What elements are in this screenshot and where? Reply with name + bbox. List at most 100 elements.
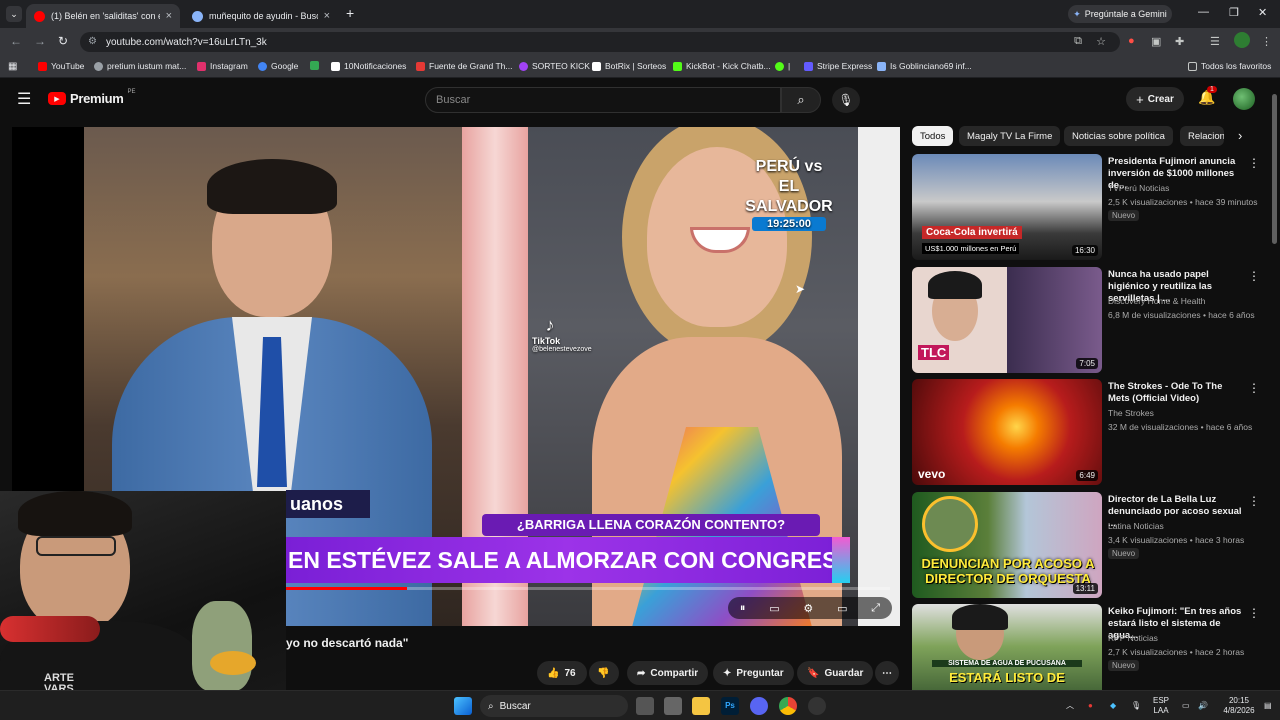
channel-name[interactable]: The Strokes: [1108, 408, 1154, 418]
address-bar[interactable]: ⚙ youtube.com/watch?v=16uLrLTn_3k ⧉ ☆: [80, 32, 1120, 52]
bookmark-gta[interactable]: Fuente de Grand Th...: [416, 61, 512, 71]
recommendation-thumbnail[interactable]: TLC 7:05: [912, 267, 1102, 373]
more-actions-button[interactable]: ⋯: [875, 661, 899, 685]
like-button[interactable]: 👍 76: [537, 661, 587, 685]
taskbar-search[interactable]: ⌕ Buscar: [480, 695, 628, 717]
photoshop-icon[interactable]: Ps: [721, 697, 739, 715]
notification-center-icon[interactable]: ▤: [1264, 701, 1272, 711]
search-input[interactable]: Buscar: [425, 87, 781, 113]
recommendation-item[interactable]: vevo 6:49 The Strokes - Ode To The Mets …: [912, 379, 1264, 487]
recommendation-title[interactable]: The Strokes - Ode To The Mets (Official …: [1108, 381, 1242, 405]
fullscreen-icon[interactable]: ⤢: [871, 602, 880, 615]
windows-start-icon[interactable]: [454, 697, 472, 715]
more-options-icon[interactable]: ⋮: [1248, 269, 1260, 283]
bookmark-google[interactable]: Google: [258, 61, 298, 71]
forward-icon[interactable]: →: [34, 34, 46, 48]
recommendation-thumbnail[interactable]: vevo 6:49: [912, 379, 1102, 485]
channel-name[interactable]: Latina Noticias: [1108, 521, 1164, 531]
create-button[interactable]: + Crear: [1126, 87, 1184, 111]
bookmark-botrix[interactable]: BotRix | Sorteos: [592, 61, 666, 71]
bookmark-green[interactable]: |: [775, 61, 790, 71]
tab-youtube-video[interactable]: (1) Belén en 'saliditas' con el co ×: [26, 4, 180, 28]
install-app-icon[interactable]: ⧉: [1074, 35, 1082, 48]
discord-icon[interactable]: [750, 697, 768, 715]
bookmark-goblinciano[interactable]: Is Goblinciano69 inf...: [877, 61, 972, 71]
tray-chevron-icon[interactable]: ︿: [1066, 701, 1074, 711]
pause-icon[interactable]: ⏸: [740, 602, 746, 615]
bookmark-youtube[interactable]: YouTube: [38, 61, 84, 71]
channel-name[interactable]: Discovery Home & Health: [1108, 296, 1205, 306]
chip-noticias-politica[interactable]: Noticias sobre política: [1064, 126, 1173, 146]
chips-next-icon[interactable]: ›: [1238, 128, 1242, 143]
reading-list-icon[interactable]: ☰: [1210, 35, 1220, 48]
volume-icon[interactable]: 🔊: [1198, 701, 1208, 711]
progress-bar[interactable]: [286, 587, 890, 590]
share-button[interactable]: ➦ Compartir: [627, 661, 709, 685]
notifications-button[interactable]: 🔔 1: [1198, 86, 1217, 106]
recommendation-item[interactable]: SISTEMA DE AGUA DE PUCUSANA ESTARÁ LISTO…: [912, 604, 1264, 690]
hamburger-menu-icon[interactable]: ☰: [17, 89, 31, 109]
all-bookmarks[interactable]: Todos los favoritos: [1188, 61, 1271, 71]
reload-icon[interactable]: ↻: [58, 34, 68, 48]
settings-gear-icon[interactable]: ⚙: [803, 602, 813, 615]
ask-button[interactable]: ✦ Preguntar: [713, 661, 794, 685]
bookmark-instagram[interactable]: Instagram: [197, 61, 248, 71]
voice-search-button[interactable]: 🎙: [832, 87, 860, 113]
tray-mic-icon[interactable]: 🎙: [1131, 701, 1141, 711]
page-scrollbar[interactable]: [1272, 82, 1278, 688]
recommendation-item[interactable]: Coca-Cola invertirá US$1.000 millones en…: [912, 154, 1264, 262]
scrollbar-thumb[interactable]: [1272, 94, 1277, 244]
bookmark-star-icon[interactable]: ☆: [1096, 35, 1106, 48]
more-options-icon[interactable]: ⋮: [1248, 494, 1260, 508]
youtube-logo[interactable]: ▶ Premium PE: [48, 89, 136, 106]
tab-search-icon[interactable]: ⌄: [6, 6, 22, 22]
gemini-button[interactable]: ✦ Pregúntale a Gemini: [1068, 5, 1172, 23]
avatar[interactable]: [1233, 88, 1255, 110]
extension-icon[interactable]: ▣: [1151, 35, 1161, 48]
chip-todos[interactable]: Todos: [912, 126, 954, 146]
extension-red-icon[interactable]: ●: [1128, 35, 1135, 47]
bookmark-pretium[interactable]: pretium iustum mat...: [94, 61, 186, 71]
more-options-icon[interactable]: ⋮: [1248, 606, 1260, 620]
new-tab-button[interactable]: +: [346, 5, 354, 21]
back-icon[interactable]: ←: [10, 34, 22, 48]
language-indicator[interactable]: ESP LAA: [1150, 696, 1172, 716]
channel-name[interactable]: TVPerú Noticias: [1108, 183, 1169, 193]
bookmark-unnamed[interactable]: [310, 61, 319, 70]
search-button[interactable]: ⌕: [781, 87, 821, 113]
obs-icon[interactable]: [808, 697, 826, 715]
close-window-icon[interactable]: ✕: [1258, 6, 1267, 19]
save-button[interactable]: 🔖 Guardar: [797, 661, 874, 685]
more-options-icon[interactable]: ⋮: [1248, 381, 1260, 395]
bookmark-sorteo-kick[interactable]: SORTEO KICK: [519, 61, 590, 71]
site-info-icon[interactable]: ⚙: [88, 36, 97, 47]
subtitles-icon[interactable]: ▭: [769, 602, 779, 615]
apps-grid-icon[interactable]: ▦: [8, 61, 17, 72]
chrome-icon[interactable]: [779, 697, 797, 715]
menu-dots-icon[interactable]: ⋮: [1261, 35, 1272, 48]
bookmark-stripe[interactable]: Stripe Express: [804, 61, 872, 71]
recommendation-item[interactable]: TLC 7:05 Nunca ha usado papel higiénico …: [912, 267, 1264, 375]
chip-magaly[interactable]: Magaly TV La Firme: [959, 126, 1061, 146]
bookmark-kickbot[interactable]: KickBot - Kick Chatb...: [673, 61, 771, 71]
close-tab-icon[interactable]: ×: [324, 10, 330, 22]
tray-shield-icon[interactable]: ◆: [1110, 701, 1116, 711]
close-tab-icon[interactable]: ×: [166, 10, 172, 22]
recommendation-item[interactable]: DENUNCIAN POR ACOSO A DIRECTOR DE ORQUES…: [912, 492, 1264, 600]
theater-mode-icon[interactable]: ▭: [837, 602, 847, 615]
network-icon[interactable]: ▭: [1182, 701, 1190, 711]
app-icon[interactable]: [664, 697, 682, 715]
file-explorer-icon[interactable]: [692, 697, 710, 715]
restore-icon[interactable]: ❐: [1229, 6, 1239, 19]
profile-avatar-icon[interactable]: [1234, 32, 1250, 48]
channel-name[interactable]: RPP Noticias: [1108, 633, 1158, 643]
more-options-icon[interactable]: ⋮: [1248, 156, 1260, 170]
recommendation-thumbnail[interactable]: DENUNCIAN POR ACOSO A DIRECTOR DE ORQUES…: [912, 492, 1102, 598]
recommendation-thumbnail[interactable]: SISTEMA DE AGUA DE PUCUSANA ESTARÁ LISTO…: [912, 604, 1102, 690]
chip-relacionados[interactable]: Relacion: [1180, 126, 1224, 146]
minimize-icon[interactable]: —: [1198, 6, 1209, 18]
clock[interactable]: 20:15 4/8/2026: [1218, 696, 1260, 716]
tray-app-icon[interactable]: ●: [1088, 701, 1093, 711]
tab-google-search[interactable]: muñequito de ayudin - Buscar ×: [184, 4, 338, 28]
puzzle-extensions-icon[interactable]: ✚: [1175, 35, 1184, 48]
